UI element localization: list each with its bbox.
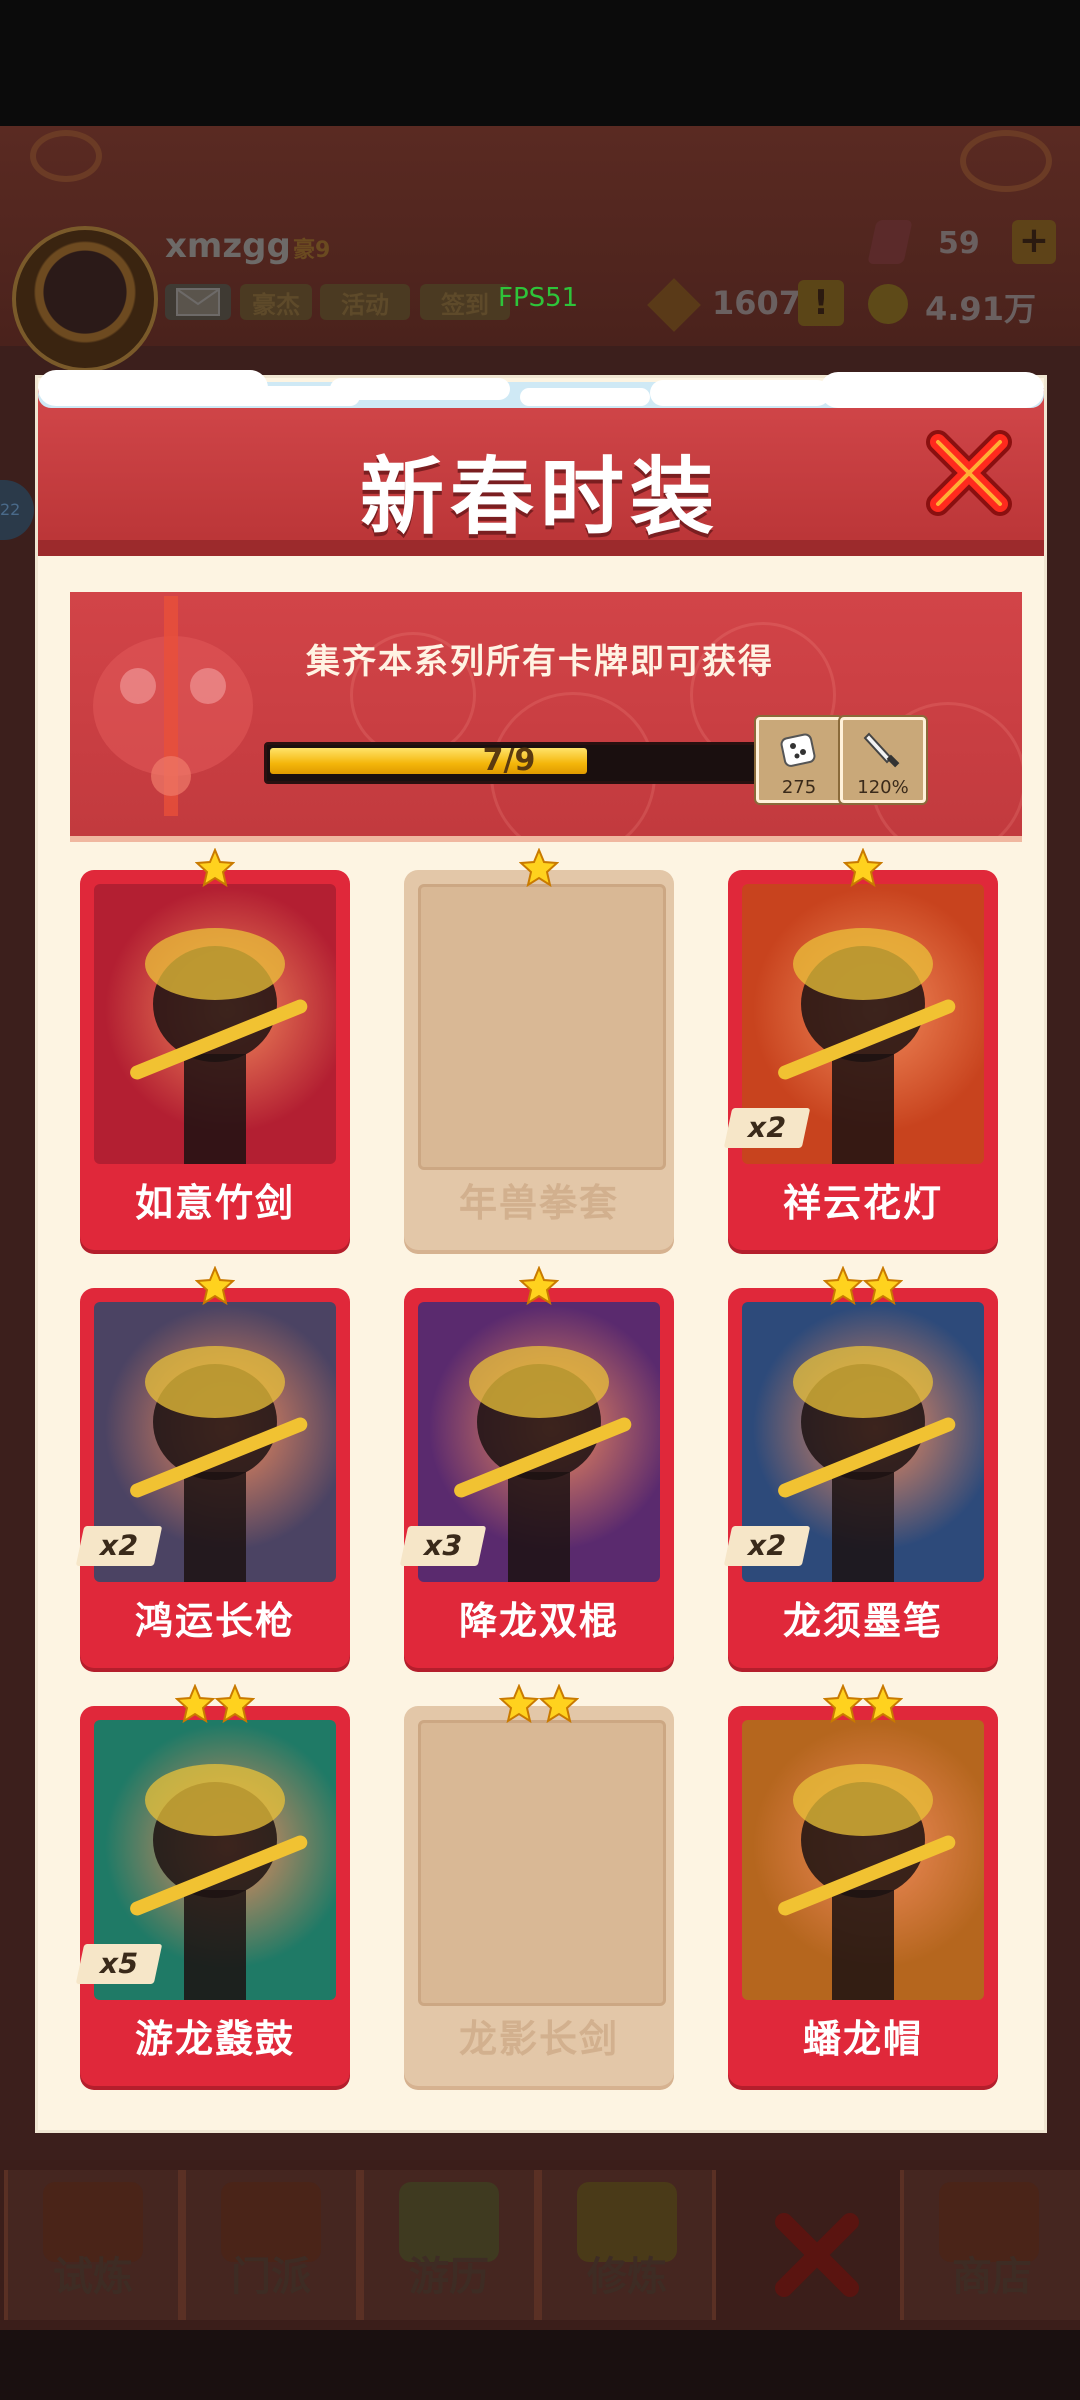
player-username: xmzgg (165, 226, 291, 266)
card-name: 降龙双棍 (458, 1599, 619, 1643)
mail-icon[interactable] (165, 284, 231, 320)
snow-pile (650, 380, 830, 406)
card-art (94, 884, 336, 1164)
progress-label: 7/9 (482, 743, 536, 778)
card-art (418, 1720, 666, 2006)
card-star-rating (80, 847, 350, 892)
card-name: 祥云花灯 (782, 1181, 943, 1225)
cloud-ornament (960, 130, 1052, 192)
snow-pile (820, 372, 1044, 408)
lion-dance-emblem (78, 596, 268, 836)
banner-text: 集齐本系列所有卡牌即可获得 (306, 642, 774, 682)
hero-chip[interactable]: 豪杰 (240, 284, 312, 320)
card-star-rating (80, 1683, 350, 1728)
gold-count: 4.91万 (925, 290, 1036, 328)
card-ruyi-bamboo-sword[interactable]: 如意竹剑 (80, 847, 350, 1250)
tab-cultivate[interactable]: 修炼 (538, 2170, 716, 2320)
star-icon (538, 1683, 580, 1724)
event-chip[interactable]: 活动 (320, 284, 410, 320)
card-dragon-whisker-brush[interactable]: x2 龙须墨笔 (723, 1265, 998, 1668)
card-name: 鸿运长枪 (134, 1599, 295, 1643)
tab-trial[interactable]: 试炼 (4, 2170, 182, 2320)
card-count-badge: x2 (723, 1108, 811, 1148)
card-art (418, 884, 666, 1170)
card-name: 如意竹剑 (134, 1181, 295, 1225)
snow-pile (520, 388, 650, 406)
fps-counter: FPS51 (498, 283, 579, 313)
player-avatar[interactable] (12, 226, 158, 372)
card-fortune-spear[interactable]: x2 鸿运长枪 (75, 1265, 350, 1668)
star-icon (194, 847, 236, 888)
card-name: 年兽拳套 (458, 1181, 619, 1225)
reward-sword[interactable]: 120% (840, 717, 926, 803)
card-name: 龙影长剑 (458, 2017, 619, 2061)
star-icon (194, 1265, 236, 1306)
reward-dice[interactable]: 275 (756, 717, 842, 803)
star-icon (842, 847, 884, 888)
card-star-rating (404, 847, 674, 892)
card-dragon-drum[interactable]: x5 游龙鼗鼓 (75, 1683, 350, 2086)
star-icon (174, 1683, 216, 1724)
reward-dice-value: 275 (781, 777, 817, 798)
card-dragon-twin-staff[interactable]: x3 降龙双棍 (399, 1265, 674, 1668)
card-star-rating (728, 1683, 998, 1728)
card-count-badge: x5 (75, 1944, 163, 1984)
top-status-bar (0, 126, 1080, 346)
card-art (742, 1720, 984, 2000)
tab-sect[interactable]: 门派 (182, 2170, 360, 2320)
star-icon (822, 1265, 864, 1306)
star-icon (498, 1683, 540, 1724)
star-icon (822, 1683, 864, 1724)
cloud-ornament (30, 130, 102, 182)
card-count-badge: x3 (399, 1526, 487, 1566)
card-coiled-dragon-hat[interactable]: 蟠龙帽 (728, 1683, 998, 2086)
gem-count: 59 (938, 226, 980, 261)
coin-count: 1607 (712, 284, 802, 322)
card-star-rating (404, 1683, 674, 1728)
star-icon (862, 1265, 904, 1306)
card-dragon-shadow-sword[interactable]: 龙影长剑 (404, 1683, 674, 2086)
gold-icon (868, 284, 908, 324)
bottom-strip (0, 2330, 1080, 2400)
card-star-rating (404, 1265, 674, 1310)
card-name: 游龙鼗鼓 (134, 2017, 295, 2061)
star-icon (518, 847, 560, 888)
tab-shop[interactable]: 商店 (900, 2170, 1080, 2320)
close-button[interactable] (922, 426, 1016, 520)
signin-chip[interactable]: 签到 (420, 284, 510, 320)
star-icon (862, 1683, 904, 1724)
card-name: 蟠龙帽 (802, 2017, 923, 2061)
dice-icon (780, 733, 816, 767)
card-star-rating (728, 847, 998, 892)
close-icon (926, 430, 1012, 516)
reward-sword-value: 120% (857, 777, 909, 798)
card-star-rating (80, 1265, 350, 1310)
snow-pile (330, 378, 510, 400)
tab-travel[interactable]: 游历 (360, 2170, 538, 2320)
card-star-rating (728, 1265, 998, 1310)
vip-label: 豪9 (293, 238, 331, 263)
alert-button[interactable]: ! (798, 280, 844, 326)
nav-close-icon[interactable] (772, 2210, 862, 2300)
card-count-badge: x2 (75, 1526, 163, 1566)
star-icon (518, 1265, 560, 1306)
star-icon (214, 1683, 256, 1724)
add-gems-button[interactable]: + (1012, 220, 1056, 264)
sword-icon (863, 732, 900, 768)
dialog-title: 新春时装 (359, 448, 720, 546)
card-auspicious-lantern[interactable]: x2 祥云花灯 (723, 847, 998, 1250)
card-count-badge: x2 (723, 1526, 811, 1566)
card-name: 龙须墨笔 (782, 1599, 943, 1643)
card-nian-beast-gloves[interactable]: 年兽拳套 (404, 847, 674, 1250)
